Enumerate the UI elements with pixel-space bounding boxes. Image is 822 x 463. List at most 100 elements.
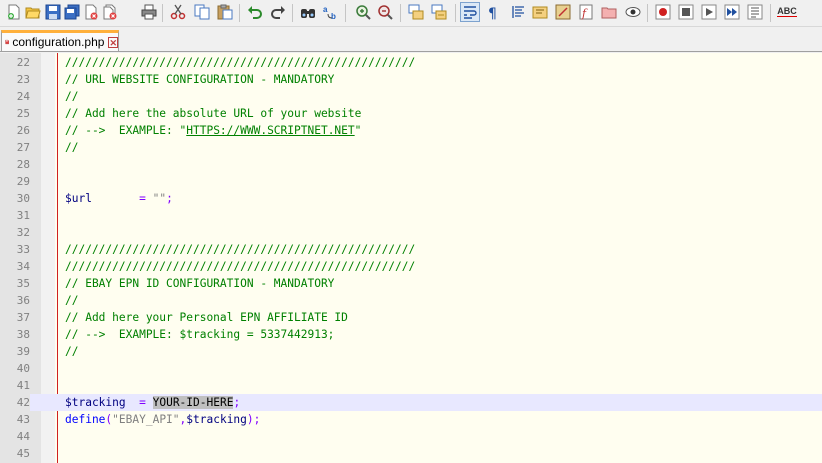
svg-text:b: b [331,12,336,20]
code-line[interactable]: 28 [0,156,822,173]
code-line[interactable]: 41 [0,377,822,394]
code-text[interactable]: // Add here the absolute URL of your web… [65,105,361,122]
sync-horizontal-icon[interactable] [429,2,449,22]
line-number: 22 [0,54,30,71]
run-macro-multiple-icon[interactable] [722,2,742,22]
save-icon[interactable] [43,2,63,22]
indent-guide-icon[interactable] [508,2,528,22]
tab-close-button[interactable]: ✕ [108,36,118,48]
record-macro-icon[interactable] [653,2,673,22]
code-text[interactable]: $tracking = YOUR-ID-HERE; [65,394,240,411]
code-token: // Add here the absolute URL of your web… [65,107,362,120]
line-number: 36 [0,292,30,309]
code-line[interactable]: 26 // --> EXAMPLE: "HTTPS://WWW.SCRIPTNET… [0,122,822,139]
code-line[interactable]: 40 [0,360,822,377]
spell-check-label: ABC [777,6,797,17]
word-wrap-icon[interactable] [460,2,480,22]
code-line[interactable]: 22 //////////////////////////////////////… [0,54,822,71]
redo-icon[interactable] [268,2,288,22]
undo-icon[interactable] [245,2,265,22]
print-icon[interactable] [139,2,159,22]
code-line[interactable]: 25 // Add here the absolute URL of your w… [0,105,822,122]
line-number: 33 [0,241,30,258]
code-editor[interactable]: 22//////////////////////////////////////… [0,53,822,463]
code-line[interactable]: 39 // [0,343,822,360]
line-number: 38 [0,326,30,343]
folder-as-workspace-icon[interactable] [599,2,619,22]
code-line[interactable]: 27 // [0,139,822,156]
paste-icon[interactable] [215,2,235,22]
code-line[interactable]: 32 [0,224,822,241]
code-token: // --> EXAMPLE: $tracking = 5337442913; [65,328,335,341]
code-text[interactable]: // [65,88,78,105]
code-line[interactable]: 36 // [0,292,822,309]
code-text[interactable]: $url = ""; [65,190,173,207]
code-token: ; [166,192,173,205]
code-line[interactable]: 33 //////////////////////////////////////… [0,241,822,258]
line-number: 30 [0,190,30,207]
code-text[interactable]: // --> EXAMPLE: "HTTPS://WWW.SCRIPTNET.N… [65,122,361,139]
stop-recording-icon[interactable] [676,2,696,22]
copy-icon[interactable] [192,2,212,22]
code-line[interactable]: 30 $url = ""; [0,190,822,207]
code-text[interactable]: ////////////////////////////////////////… [65,258,415,275]
code-line[interactable]: 34 //////////////////////////////////////… [0,258,822,275]
zoom-out-icon[interactable] [375,2,395,22]
spell-check-icon[interactable]: ABC [777,2,797,22]
code-text[interactable]: // [65,343,78,360]
code-line[interactable]: 38 // --> EXAMPLE: $tracking = 5337442913… [0,326,822,343]
code-text[interactable]: // Add here your Personal EPN AFFILIATE … [65,309,348,326]
code-line[interactable]: 43 define("EBAY_API",$tracking); [0,411,822,428]
current-code-line[interactable]: 42 $tracking = YOUR-ID-HERE; [0,394,822,411]
code-text[interactable]: // [65,139,78,156]
code-text[interactable]: // [65,292,78,309]
replace-icon[interactable]: ab [321,2,341,22]
code-line[interactable]: 45 [0,445,822,462]
close-icon[interactable] [81,2,101,22]
code-text[interactable]: ////////////////////////////////////////… [65,241,415,258]
line-number: 40 [0,360,30,377]
toolbar-separator [647,4,648,22]
line-number: 29 [0,173,30,190]
code-line[interactable]: 44 [0,428,822,445]
find-icon[interactable] [298,2,318,22]
function-list-icon[interactable]: f [576,2,596,22]
code-token: = [139,192,146,205]
user-defined-language-icon[interactable] [530,2,550,22]
line-number: 28 [0,156,30,173]
code-token: "EBAY_API" [112,413,180,426]
code-line[interactable]: 37 // Add here your Personal EPN AFFILIAT… [0,309,822,326]
tab-configuration-php[interactable]: configuration.php ✕ [1,30,119,51]
code-text[interactable]: // --> EXAMPLE: $tracking = 5337442913; [65,326,334,343]
monitoring-icon[interactable] [623,2,643,22]
code-token: // [65,294,79,307]
cut-icon[interactable] [168,2,188,22]
code-token: = [139,396,146,409]
save-macro-icon[interactable] [745,2,765,22]
code-line[interactable]: 23 // URL WEBSITE CONFIGURATION - MANDATO… [0,71,822,88]
code-line[interactable]: 31 [0,207,822,224]
file-modified-icon [5,39,9,45]
code-line[interactable]: 24 // [0,88,822,105]
code-line[interactable]: 35 // EBAY EPN ID CONFIGURATION - MANDATO… [0,275,822,292]
open-file-icon[interactable] [23,2,43,22]
new-file-icon[interactable] [4,2,24,22]
code-token: " [354,124,362,137]
code-text[interactable]: // URL WEBSITE CONFIGURATION - MANDATORY [65,71,334,88]
sync-vertical-icon[interactable] [406,2,426,22]
playback-icon[interactable] [699,2,719,22]
line-number: 32 [0,224,30,241]
code-text[interactable]: // EBAY EPN ID CONFIGURATION - MANDATORY [65,275,334,292]
code-text[interactable]: define("EBAY_API",$tracking); [65,411,260,428]
code-line[interactable]: 29 [0,173,822,190]
close-all-icon[interactable] [100,2,120,22]
code-token: // Add here your Personal EPN AFFILIATE … [65,311,348,324]
zoom-in-icon[interactable] [353,2,373,22]
tab-bar: configuration.php ✕ [0,27,822,52]
code-text[interactable]: ////////////////////////////////////////… [65,54,415,71]
show-all-characters-icon[interactable]: ¶ [483,2,503,22]
document-map-icon[interactable] [553,2,573,22]
save-all-icon[interactable] [62,2,82,22]
